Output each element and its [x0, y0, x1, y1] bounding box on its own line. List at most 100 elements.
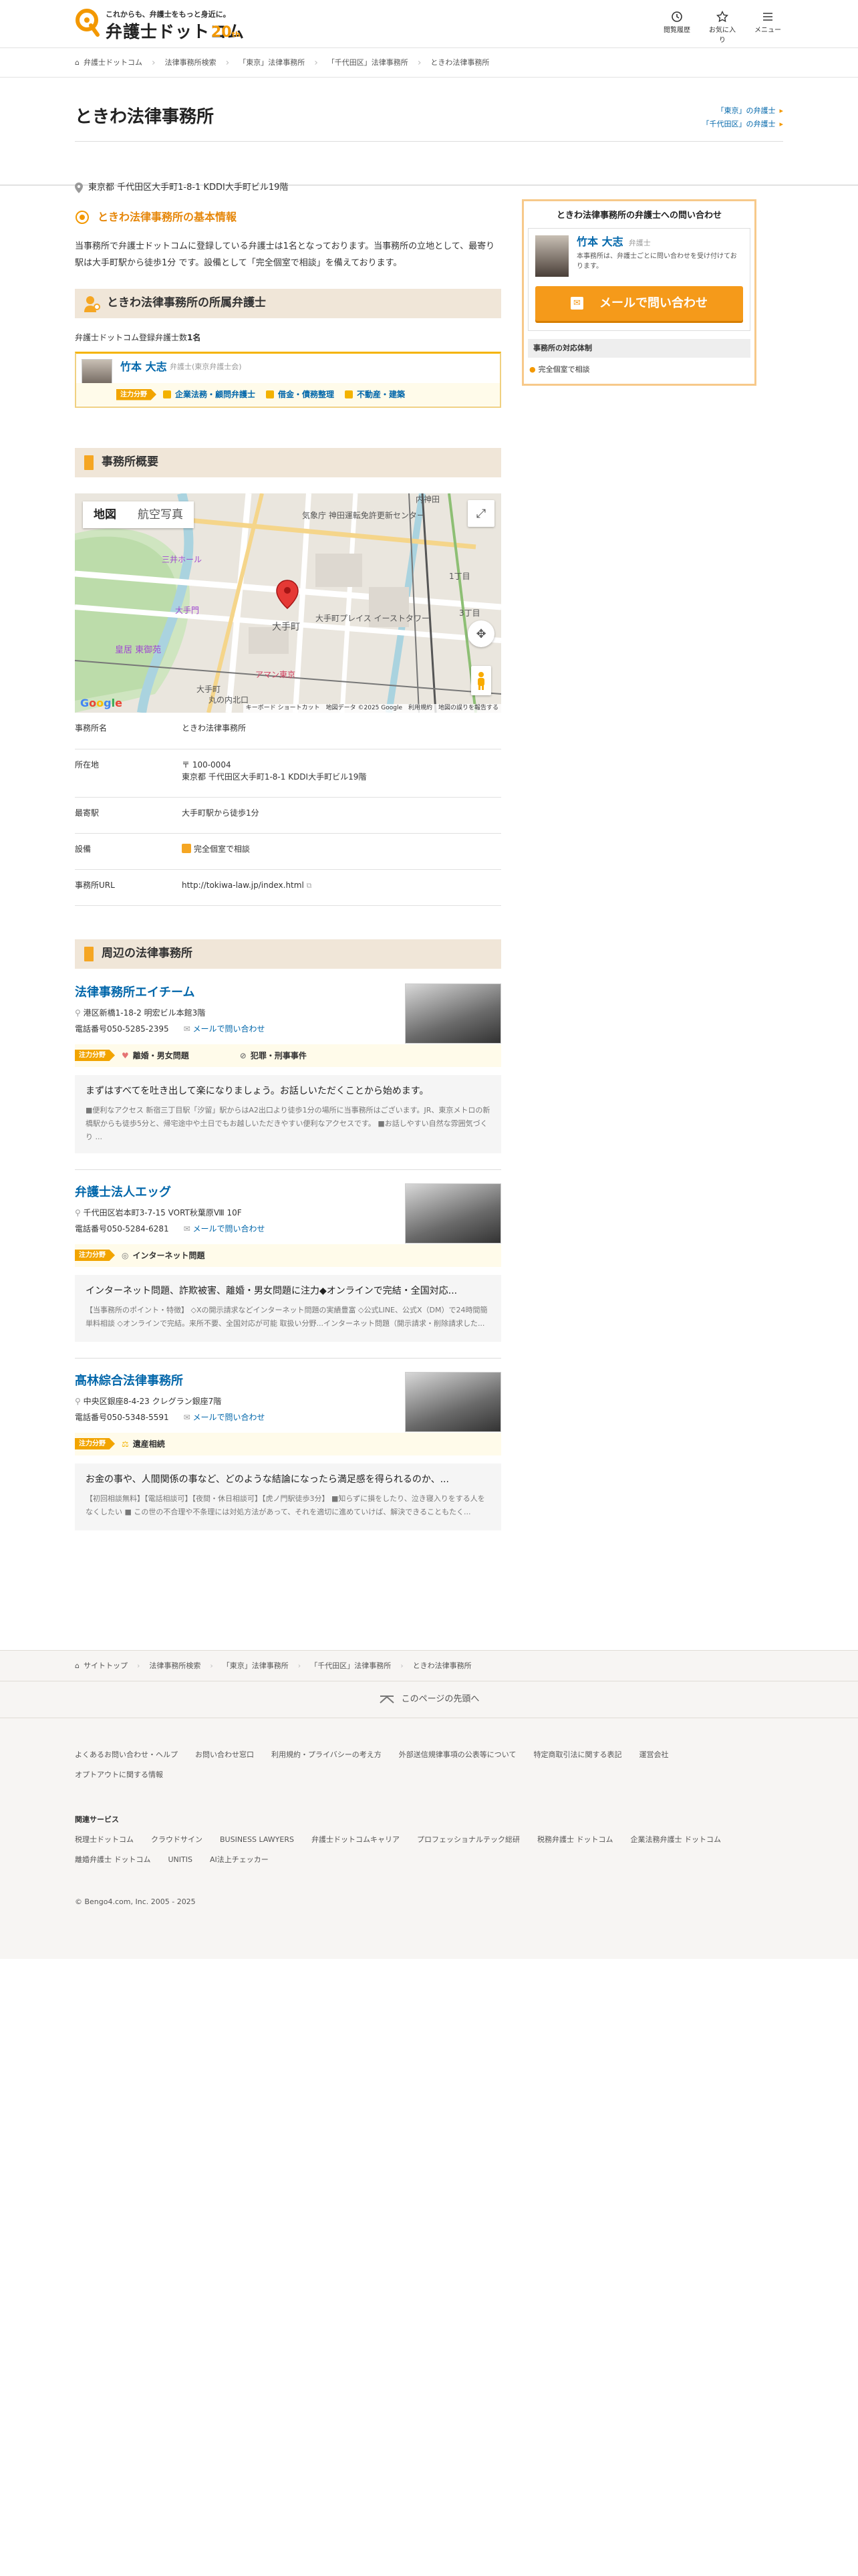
service-link[interactable]: プロフェッショナルテック総研 — [417, 1830, 520, 1850]
breadcrumb-item[interactable]: 「千代田区」法律事務所 — [327, 57, 408, 69]
handcuffs-icon: ⊘ — [239, 1050, 247, 1060]
row-label: 所在地 — [75, 759, 100, 770]
service-link[interactable]: 離婚弁護士 ドットコム — [75, 1850, 151, 1870]
focus-badge: 注力分野 — [75, 1050, 115, 1061]
heart-icon: ♥ — [122, 1050, 129, 1060]
menu-icon — [763, 13, 772, 21]
breadcrumb-item[interactable]: 「東京」法律事務所 — [223, 1661, 289, 1672]
pegman-icon[interactable] — [471, 666, 491, 695]
firm-photo[interactable] — [405, 983, 501, 1044]
lawyer-icon — [84, 296, 100, 312]
menu-button[interactable]: メニュー — [752, 11, 783, 45]
fullscreen-icon[interactable]: ⤢ — [468, 500, 494, 527]
favorites-button[interactable]: お気に入り — [707, 11, 738, 45]
map-camera-control-icon[interactable]: ✥ — [468, 620, 494, 647]
firm-desc: 【初回相談無料】【電話相談可】【夜間・休日相談可】【虎ノ門駅徒歩3分】 ■知らず… — [86, 1494, 485, 1516]
breadcrumb-separator-icon: › — [417, 57, 422, 68]
firm-summary[interactable]: インターネット問題、詐欺被害、離婚・男女問題に注力◆オンラインで完結・全国対応.… — [75, 1274, 501, 1342]
footer-link[interactable]: 利用規約・プライバシーの考え方 — [271, 1745, 382, 1765]
support-title: 事務所の対応体制 — [528, 338, 750, 358]
mail-inquiry-link[interactable]: ✉ メールで問い合わせ — [184, 1413, 265, 1422]
footer-link[interactable]: よくあるお問い合わせ・ヘルプ — [75, 1745, 178, 1765]
firm-desc: ■便利なアクセス 新宿三丁目駅「汐留」駅からはA2出口より徒歩1分の場所に当事務… — [86, 1105, 490, 1141]
service-link[interactable]: UNITIS — [168, 1850, 192, 1870]
footer-link[interactable]: 外部送信規律事項の公表等について — [399, 1745, 517, 1765]
address-bar: 東京都 千代田区大手町1-8-1 KDDI大手町ビル19階 — [0, 151, 858, 193]
footer-link[interactable]: 特定商取引法に関する表記 — [533, 1745, 621, 1765]
mail-inquiry-button[interactable]: ✉ メールで問い合わせ — [535, 285, 743, 321]
footer-link[interactable]: 運営会社 — [639, 1745, 668, 1765]
logo-20th-badge: 20th — [211, 24, 241, 41]
breadcrumb-separator-icon: › — [136, 1661, 140, 1670]
home-icon: ⌂ — [75, 1661, 80, 1670]
table-row: 設備 完全個室で相談 — [75, 833, 501, 870]
field-tag[interactable]: 借金・債務整理 — [266, 388, 334, 400]
firm-summary[interactable]: まずはすべてを吐き出して楽になりましょう。お話しいただくことから始めます。 ■便… — [75, 1074, 501, 1153]
site-footer: よくあるお問い合わせ・ヘルプ お問い合わせ窓口 利用規約・プライバシーの考え方 … — [0, 1718, 858, 1959]
office-title-section: ときわ法律事務所 「東京」の弁護士 ▸ 「千代田区」の弁護士 ▸ 東京都 千代田区大… — [0, 78, 858, 193]
contact-box-title: ときわ法律事務所の弁護士への問い合わせ — [556, 211, 722, 221]
mail-icon: ✉ — [183, 1223, 193, 1234]
footer-breadcrumb: ⌂ サイトトップ › 法律事務所検索 › 「東京」法律事務所 › 「千代田区」法… — [0, 1650, 858, 1681]
basic-info-text: 当事務所で弁護士ドットコムに登録している弁護士は1名となっております。当事務所の… — [75, 241, 495, 268]
service-link[interactable]: AI法上チェッカー — [210, 1850, 269, 1870]
logo-mark-icon — [76, 9, 100, 37]
firm-fields: 注力分野 ⚖ 遺産相続 — [75, 1432, 501, 1455]
mail-inquiry-link[interactable]: ✉ メールで問い合わせ — [184, 1024, 265, 1034]
service-link[interactable]: 税理士ドットコム — [75, 1830, 134, 1850]
breadcrumb-item[interactable]: 法律事務所検索 — [165, 57, 217, 69]
breadcrumb-item[interactable]: 法律事務所検索 — [149, 1661, 200, 1672]
service-link[interactable]: クラウドサイン — [151, 1830, 202, 1850]
firm-fields: 注力分野 ♥ 離婚・男女問題 ⊘ 犯罪・刑事事件 — [75, 1044, 501, 1067]
field-tag[interactable]: 企業法務・顧問弁護士 — [163, 388, 255, 400]
firm-photo[interactable] — [405, 1183, 501, 1244]
lawyer-name[interactable]: 竹本 大志 — [120, 359, 167, 375]
breadcrumb-item[interactable]: 「千代田区」法律事務所 — [310, 1661, 391, 1672]
table-row: 事務所名 ときわ法律事務所 — [75, 713, 501, 749]
satellite-tab[interactable]: 航空写真 — [127, 501, 194, 528]
map-label: アマン東京 — [255, 670, 296, 679]
firm-fields: 注力分野 ◎ インターネット問題 — [75, 1244, 501, 1267]
breadcrumb: ⌂ 弁護士ドットコム › 法律事務所検索 › 「東京」法律事務所 › 「千代田区… — [0, 48, 858, 78]
chiyoda-lawyers-link[interactable]: 「千代田区」の弁護士 — [702, 120, 775, 128]
firm-photo[interactable] — [405, 1371, 501, 1432]
mail-inquiry-link[interactable]: ✉ メールで問い合わせ — [184, 1224, 265, 1234]
field-tag[interactable]: 不動産・建築 — [345, 388, 405, 400]
office-info-table: 事務所名 ときわ法律事務所 所在地 〒 100-0004 東京都 千代田区大手町1-8… — [75, 713, 501, 906]
site-header: これからも、弁護士をもっと身近に。 弁護士ドットコム 20th 閲覧履歴 お気に… — [0, 0, 858, 48]
page-title: ときわ法律事務所 — [75, 107, 214, 127]
breadcrumb-item[interactable]: 弁護士ドットコム — [84, 57, 142, 69]
field-tag: ♥ 離婚・男女問題 — [122, 1050, 189, 1060]
basic-info-section: ときわ法律事務所の基本情報 当事務所で弁護士ドットコムに登録している弁護士は1名… — [75, 207, 501, 271]
footer-link[interactable]: オプトアウトに関する情報 — [75, 1765, 163, 1785]
site-logo[interactable]: これからも、弁護士をもっと身近に。 弁護士ドットコム 20th — [75, 8, 249, 41]
service-link[interactable]: 弁護士ドットコムキャリア — [311, 1830, 400, 1850]
focus-badge: 注力分野 — [75, 1438, 115, 1449]
mail-icon: ✉ — [183, 1412, 193, 1422]
history-button[interactable]: 閲覧履歴 — [662, 11, 692, 45]
google-logo: Google — [80, 697, 122, 709]
row-label: 最寄駅 — [75, 808, 100, 818]
service-link[interactable]: 企業法務弁護士 ドットコム — [630, 1830, 721, 1850]
office-url-link[interactable]: http://tokiwa-law.jp/index.html — [182, 881, 304, 890]
house-icon — [345, 390, 353, 398]
map-attribution[interactable]: キーボード ショートカット 地図データ ©2025 Google 利用規約 地図… — [243, 703, 501, 713]
page-top-link[interactable]: このページの先頭へ — [0, 1681, 858, 1718]
lawyer-photo[interactable] — [535, 235, 569, 277]
lawyer-name[interactable]: 竹本 大志 — [577, 235, 623, 248]
lawyer-card[interactable]: 竹本 大志 弁護士(東京弁護士会) 注力分野 企業法務・顧問弁護士 借金・債務整… — [75, 352, 501, 408]
home-icon: ⌂ — [75, 57, 80, 67]
tokyo-lawyers-link[interactable]: 「東京」の弁護士 — [716, 106, 775, 115]
breadcrumb-item[interactable]: 「東京」法律事務所 — [239, 57, 305, 69]
contact-lawyer: 竹本 大志 弁護士 本事務所は、弁護士ごとに問い合わせを受け付けております。 ✉… — [528, 227, 750, 331]
service-link[interactable]: 税務弁護士 ドットコム — [537, 1830, 613, 1850]
menu-label: メニュー — [754, 27, 781, 34]
service-link[interactable]: BUSINESS LAWYERS — [220, 1830, 294, 1850]
office-map[interactable]: 気象庁 神田運転免許更新センター 内神田 皇居 東御苑 大手門 大手町 大手町プ… — [75, 493, 501, 713]
firm-summary[interactable]: お金の事や、人間関係の事など、どのような結論になったら満足感を得られるのか、..… — [75, 1463, 501, 1530]
services-links: 税理士ドットコム クラウドサイン BUSINESS LAWYERS 弁護士ドット… — [75, 1830, 783, 1870]
breadcrumb-item[interactable]: サイトトップ — [84, 1661, 128, 1672]
map-label: 皇居 東御苑 — [115, 645, 162, 655]
map-tab[interactable]: 地図 — [83, 501, 127, 528]
footer-link[interactable]: お問い合わせ窓口 — [195, 1745, 254, 1765]
